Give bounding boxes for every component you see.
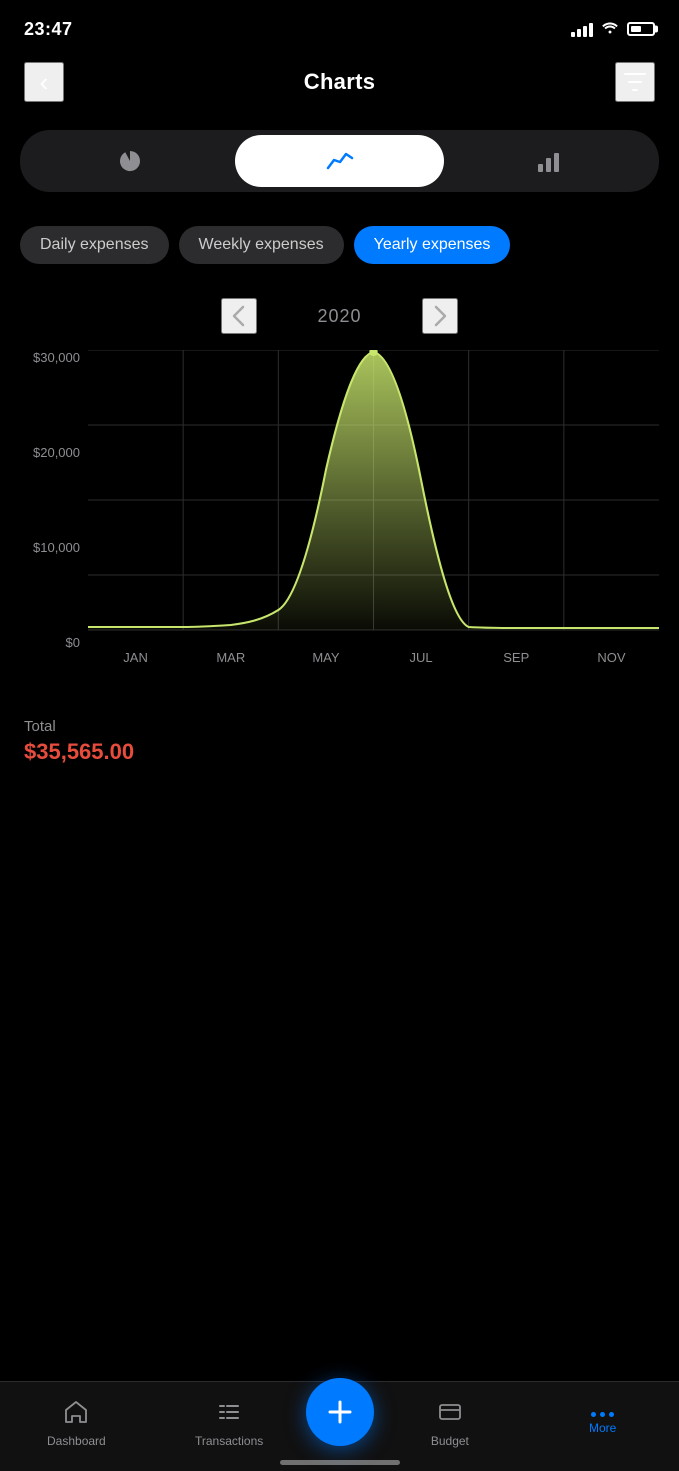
tab-line[interactable] [235, 135, 445, 187]
xaxis-sep: SEP [469, 650, 564, 665]
nav-transactions-label: Transactions [195, 1434, 263, 1448]
total-amount: $35,565.00 [24, 739, 655, 765]
signal-icon [571, 21, 593, 37]
bottom-nav: Dashboard Transactions [0, 1381, 679, 1471]
nav-budget[interactable]: Budget [374, 1389, 527, 1448]
expense-filters: Daily expenses Weekly expenses Yearly ex… [0, 216, 679, 274]
total-section: Total $35,565.00 [0, 700, 679, 765]
filter-daily[interactable]: Daily expenses [20, 226, 169, 264]
status-icons [571, 20, 655, 38]
nav-budget-label: Budget [431, 1434, 469, 1448]
prev-year-button[interactable] [221, 298, 257, 334]
page-title: Charts [304, 69, 376, 95]
next-year-button[interactable] [422, 298, 458, 334]
home-indicator [280, 1460, 400, 1465]
yaxis-20000: $20,000 [20, 445, 80, 460]
nav-transactions[interactable]: Transactions [153, 1389, 306, 1448]
filter-button[interactable] [615, 62, 655, 102]
nav-add[interactable] [306, 1392, 374, 1446]
nav-dashboard[interactable]: Dashboard [0, 1389, 153, 1448]
xaxis-nov: NOV [564, 650, 659, 665]
yaxis-30000: $30,000 [20, 350, 80, 365]
tab-bar[interactable] [444, 135, 654, 187]
card-icon [437, 1399, 463, 1430]
filter-yearly[interactable]: Yearly expenses [354, 226, 511, 264]
xaxis-jul: JUL [374, 650, 469, 665]
status-bar: 23:47 [0, 0, 679, 52]
chart-type-tabs [20, 130, 659, 192]
chart-container: $30,000 $20,000 $10,000 $0 [0, 350, 679, 700]
battery-icon [627, 22, 655, 36]
nav-more[interactable]: More [526, 1402, 679, 1435]
back-button[interactable]: ‹ [24, 62, 64, 102]
year-navigation: 2020 [0, 274, 679, 350]
dots-icon [591, 1412, 614, 1417]
total-label: Total [24, 718, 655, 735]
nav-dashboard-label: Dashboard [47, 1434, 106, 1448]
add-button[interactable] [306, 1378, 374, 1446]
xaxis-jan: JAN [88, 650, 183, 665]
tab-pie[interactable] [25, 135, 235, 187]
yaxis-0: $0 [20, 635, 80, 650]
xaxis-may: MAY [278, 650, 373, 665]
line-chart [88, 350, 659, 650]
nav-more-label: More [589, 1421, 616, 1435]
wifi-icon [601, 20, 619, 38]
x-axis: JAN MAR MAY JUL SEP NOV [88, 650, 659, 665]
header: ‹ Charts [0, 52, 679, 122]
chart-fill-area [88, 352, 659, 630]
house-icon [63, 1399, 89, 1430]
list-icon [216, 1399, 242, 1430]
xaxis-mar: MAR [183, 650, 278, 665]
status-time: 23:47 [24, 19, 73, 40]
yaxis-10000: $10,000 [20, 540, 80, 555]
year-label: 2020 [317, 306, 361, 327]
filter-weekly[interactable]: Weekly expenses [179, 226, 344, 264]
